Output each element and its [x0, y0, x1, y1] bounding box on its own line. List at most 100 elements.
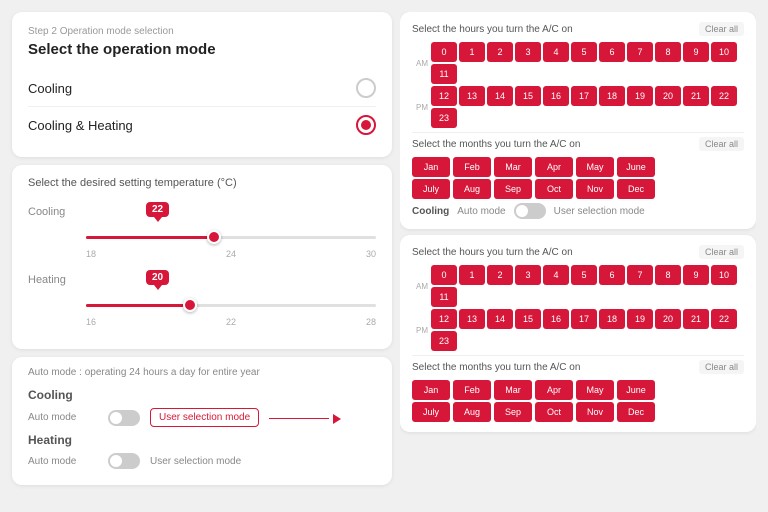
hour-b-21[interactable]: 21	[683, 309, 709, 329]
auto-mode-title: Auto mode : operating 24 hours a day for…	[28, 367, 376, 378]
hour-b-20[interactable]: 20	[655, 309, 681, 329]
hour-14[interactable]: 14	[487, 86, 513, 106]
hour-10[interactable]: 10	[711, 42, 737, 62]
month-nov[interactable]: Nov	[576, 179, 614, 199]
clear-all-hours-bottom[interactable]: Clear all	[699, 245, 744, 259]
hour-b-15[interactable]: 15	[515, 309, 541, 329]
hour-b-11[interactable]: 11	[431, 287, 457, 307]
am-row-top: AM 0 1 2 3 4 5 6 7 8 9 10 11	[412, 42, 744, 84]
cooling-mode-label: Cooling	[412, 206, 449, 217]
month-b-jan[interactable]: Jan	[412, 380, 450, 400]
month-jan[interactable]: Jan	[412, 157, 450, 177]
clear-all-hours-top[interactable]: Clear all	[699, 22, 744, 36]
hour-4[interactable]: 4	[543, 42, 569, 62]
month-b-aug[interactable]: Aug	[453, 402, 491, 422]
option-cooling-heating[interactable]: Cooling & Heating	[28, 107, 376, 143]
month-b-june[interactable]: June	[617, 380, 655, 400]
hour-b-19[interactable]: 19	[627, 309, 653, 329]
hour-19[interactable]: 19	[627, 86, 653, 106]
hours-header-bottom: Select the hours you turn the A/C on Cle…	[412, 245, 744, 259]
hour-b-18[interactable]: 18	[599, 309, 625, 329]
hour-17[interactable]: 17	[571, 86, 597, 106]
month-june[interactable]: June	[617, 157, 655, 177]
hours-title-bottom: Select the hours you turn the A/C on	[412, 247, 573, 258]
hour-18[interactable]: 18	[599, 86, 625, 106]
month-b-dec[interactable]: Dec	[617, 402, 655, 422]
cooling-toggle[interactable]	[108, 410, 140, 426]
month-july[interactable]: July	[412, 179, 450, 199]
month-b-july[interactable]: July	[412, 402, 450, 422]
hour-b-10[interactable]: 10	[711, 265, 737, 285]
hour-b-0[interactable]: 0	[431, 265, 457, 285]
month-dec[interactable]: Dec	[617, 179, 655, 199]
hour-b-9[interactable]: 9	[683, 265, 709, 285]
hour-11[interactable]: 11	[431, 64, 457, 84]
hour-b-12[interactable]: 12	[431, 309, 457, 329]
heating-slider-label: Heating	[28, 274, 78, 286]
clear-all-months-bottom[interactable]: Clear all	[699, 360, 744, 374]
month-b-feb[interactable]: Feb	[453, 380, 491, 400]
cooling-slider-track[interactable]	[86, 227, 376, 247]
hour-b-14[interactable]: 14	[487, 309, 513, 329]
hour-b-17[interactable]: 17	[571, 309, 597, 329]
heating-toggle[interactable]	[108, 453, 140, 469]
month-apr[interactable]: Apr	[535, 157, 573, 177]
month-b-oct[interactable]: Oct	[535, 402, 573, 422]
month-b-may[interactable]: May	[576, 380, 614, 400]
month-may[interactable]: May	[576, 157, 614, 177]
month-b-nov[interactable]: Nov	[576, 402, 614, 422]
hour-6[interactable]: 6	[599, 42, 625, 62]
cooling-section-label: Cooling	[28, 388, 376, 402]
hour-7[interactable]: 7	[627, 42, 653, 62]
hour-15[interactable]: 15	[515, 86, 541, 106]
heating-section-label: Heating	[28, 433, 376, 447]
heating-slider-track[interactable]	[86, 295, 376, 315]
hour-b-13[interactable]: 13	[459, 309, 485, 329]
hour-b-3[interactable]: 3	[515, 265, 541, 285]
hours-header-top: Select the hours you turn the A/C on Cle…	[412, 22, 744, 36]
month-mar[interactable]: Mar	[494, 157, 532, 177]
heating-ticks: 16 22 28	[28, 317, 376, 327]
hour-b-2[interactable]: 2	[487, 265, 513, 285]
hour-12[interactable]: 12	[431, 86, 457, 106]
heating-slider-group: Heating 20 16 22 28	[28, 269, 376, 327]
hour-b-22[interactable]: 22	[711, 309, 737, 329]
hour-b-7[interactable]: 7	[627, 265, 653, 285]
hour-13[interactable]: 13	[459, 86, 485, 106]
month-b-mar[interactable]: Mar	[494, 380, 532, 400]
hour-8[interactable]: 8	[655, 42, 681, 62]
month-feb[interactable]: Feb	[453, 157, 491, 177]
hour-b-23[interactable]: 23	[431, 331, 457, 351]
hour-20[interactable]: 20	[655, 86, 681, 106]
month-b-apr[interactable]: Apr	[535, 380, 573, 400]
hour-b-16[interactable]: 16	[543, 309, 569, 329]
hour-9[interactable]: 9	[683, 42, 709, 62]
month-aug[interactable]: Aug	[453, 179, 491, 199]
cooling-mode-toggle[interactable]	[514, 203, 546, 219]
option-cooling[interactable]: Cooling	[28, 70, 376, 107]
hour-3[interactable]: 3	[515, 42, 541, 62]
hour-0[interactable]: 0	[431, 42, 457, 62]
month-b-sep[interactable]: Sep	[494, 402, 532, 422]
hour-5[interactable]: 5	[571, 42, 597, 62]
hour-23[interactable]: 23	[431, 108, 457, 128]
radio-cooling-heating[interactable]	[356, 115, 376, 135]
hour-b-8[interactable]: 8	[655, 265, 681, 285]
months-header-top: Select the months you turn the A/C on Cl…	[412, 137, 744, 151]
hour-21[interactable]: 21	[683, 86, 709, 106]
month-oct[interactable]: Oct	[535, 179, 573, 199]
radio-cooling[interactable]	[356, 78, 376, 98]
hour-2[interactable]: 2	[487, 42, 513, 62]
hour-b-6[interactable]: 6	[599, 265, 625, 285]
hour-b-1[interactable]: 1	[459, 265, 485, 285]
clear-all-months-top[interactable]: Clear all	[699, 137, 744, 151]
cooling-user-selection-btn[interactable]: User selection mode	[150, 408, 259, 427]
hour-b-5[interactable]: 5	[571, 265, 597, 285]
hour-1[interactable]: 1	[459, 42, 485, 62]
option-cooling-label: Cooling	[28, 81, 72, 96]
pm-cells-bottom: 12 13 14 15 16 17 18 19 20 21 22 23	[431, 309, 744, 351]
hour-16[interactable]: 16	[543, 86, 569, 106]
hour-b-4[interactable]: 4	[543, 265, 569, 285]
hour-22[interactable]: 22	[711, 86, 737, 106]
month-sep[interactable]: Sep	[494, 179, 532, 199]
